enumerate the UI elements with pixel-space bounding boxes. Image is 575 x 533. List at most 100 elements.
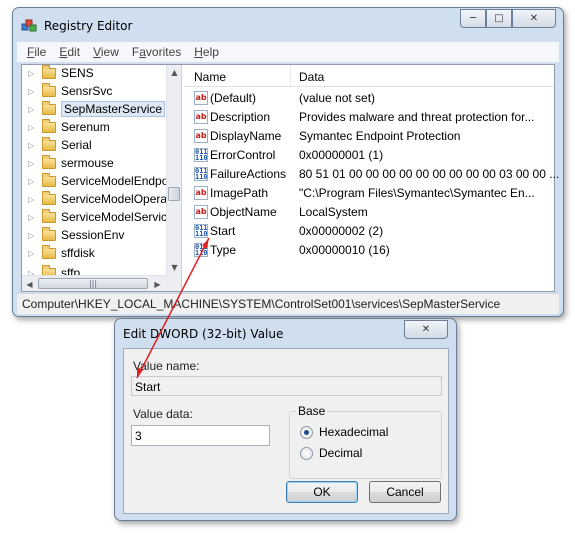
column-divider[interactable] bbox=[290, 65, 291, 87]
tree-vertical-scrollbar[interactable]: ▲ ▼ bbox=[166, 65, 181, 275]
minimize-button[interactable]: ─ bbox=[460, 9, 486, 28]
menu-file[interactable]: File bbox=[27, 45, 46, 59]
value-row[interactable]: 011 110 Start 0x00000002 (2) bbox=[184, 222, 554, 241]
base-label: Base bbox=[296, 404, 328, 418]
hexadecimal-label: Hexadecimal bbox=[319, 425, 389, 439]
column-header-name[interactable]: Name bbox=[194, 70, 226, 84]
dialog-title: Edit DWORD (32-bit) Value bbox=[123, 327, 284, 341]
close-icon: ✕ bbox=[421, 324, 431, 335]
values-list-pane: Name Data ab (Default) (value not set) ab D… bbox=[184, 65, 559, 291]
value-data-input[interactable]: 3 bbox=[131, 425, 270, 446]
value-row[interactable]: 011 110 ErrorControl 0x00000001 (1) bbox=[184, 146, 554, 165]
menu-help[interactable]: Help bbox=[194, 45, 219, 59]
folder-icon bbox=[42, 65, 56, 79]
caption-buttons: ─ □ ✕ bbox=[460, 9, 556, 29]
expand-arrow-icon[interactable]: ▷ bbox=[28, 177, 38, 186]
expand-arrow-icon[interactable]: ▷ bbox=[28, 141, 38, 150]
cancel-button[interactable]: Cancel bbox=[369, 481, 441, 503]
expand-arrow-icon[interactable]: ▷ bbox=[28, 249, 38, 258]
tree-horizontal-scrollbar[interactable]: ◀ ||| ▶ bbox=[22, 275, 166, 291]
tree-item[interactable]: ▷ ServiceModelService bbox=[28, 208, 174, 226]
expand-arrow-icon[interactable]: ▷ bbox=[28, 195, 38, 204]
value-row[interactable]: ab Description Provides malware and threat… bbox=[184, 108, 554, 127]
value-row[interactable]: 011 110 FailureActions 80 51 01 00 00 00 00… bbox=[184, 165, 559, 184]
dialog-body: Value name: Start Value data: 3 Base Hex… bbox=[123, 348, 449, 514]
string-value-icon: ab bbox=[194, 205, 208, 219]
expand-arrow-icon[interactable]: ▷ bbox=[28, 105, 38, 114]
scroll-up-icon[interactable]: ▲ bbox=[167, 65, 181, 80]
list-header: Name Data bbox=[184, 65, 554, 87]
folder-icon bbox=[42, 244, 56, 259]
scroll-thumb[interactable] bbox=[168, 187, 180, 201]
folder-icon bbox=[42, 208, 56, 223]
folder-icon bbox=[42, 172, 56, 187]
expand-arrow-icon[interactable]: ▷ bbox=[28, 123, 38, 132]
folder-icon bbox=[42, 190, 56, 205]
tree-item[interactable]: ▷ SensrSvc bbox=[28, 82, 112, 100]
hexadecimal-radio[interactable]: Hexadecimal bbox=[300, 425, 388, 439]
scroll-thumb-horizontal[interactable]: ||| bbox=[38, 278, 148, 289]
menu-edit[interactable]: Edit bbox=[59, 45, 80, 59]
scroll-down-icon[interactable]: ▼ bbox=[167, 260, 181, 275]
column-header-data[interactable]: Data bbox=[299, 70, 324, 84]
radio-unselected-icon[interactable] bbox=[300, 446, 313, 460]
radio-selected-icon[interactable] bbox=[300, 425, 313, 439]
status-bar: Computer\HKEY_LOCAL_MACHINE\SYSTEM\Contr… bbox=[17, 293, 559, 314]
registry-editor-icon bbox=[21, 19, 37, 32]
string-value-icon: ab bbox=[194, 91, 208, 105]
expand-arrow-icon[interactable]: ▷ bbox=[28, 69, 38, 78]
binary-value-icon: 011 110 bbox=[194, 167, 208, 181]
minimize-icon: ─ bbox=[469, 13, 477, 24]
scroll-corner bbox=[166, 275, 181, 291]
value-row[interactable]: ab ObjectName LocalSystem bbox=[184, 203, 554, 222]
scroll-right-icon[interactable]: ▶ bbox=[150, 276, 165, 291]
edit-dword-dialog: Edit DWORD (32-bit) Value ✕ Value name: … bbox=[114, 318, 457, 521]
value-name-field: Start bbox=[131, 376, 442, 396]
expand-arrow-icon[interactable]: ▷ bbox=[28, 87, 38, 96]
folder-icon bbox=[42, 118, 56, 133]
close-button[interactable]: ✕ bbox=[512, 9, 556, 28]
tree-item[interactable]: ▷ SENS bbox=[28, 65, 94, 82]
tree-item[interactable]: ▷ ServiceModelEndpo bbox=[28, 172, 168, 190]
title-bar[interactable]: Registry Editor ─ □ ✕ bbox=[13, 8, 563, 42]
scroll-left-icon[interactable]: ◀ bbox=[22, 276, 37, 291]
close-icon: ✕ bbox=[529, 13, 539, 24]
menu-view[interactable]: View bbox=[93, 45, 119, 59]
menu-bar: File Edit View Favorites Help bbox=[17, 42, 559, 62]
window-title: Registry Editor bbox=[44, 19, 133, 33]
tree-item-selected[interactable]: ▷ SepMasterService bbox=[28, 100, 166, 118]
string-value-icon: ab bbox=[194, 129, 208, 143]
tree-item[interactable]: ▷ sffdisk bbox=[28, 244, 95, 262]
maximize-button[interactable]: □ bbox=[486, 9, 512, 28]
binary-value-icon: 011 110 bbox=[194, 224, 208, 238]
tree-item[interactable]: ▷ sermouse bbox=[28, 154, 114, 172]
folder-icon bbox=[42, 82, 56, 97]
expand-arrow-icon[interactable]: ▷ bbox=[28, 159, 38, 168]
expand-arrow-icon[interactable]: ▷ bbox=[28, 213, 38, 222]
folder-icon bbox=[42, 136, 56, 151]
client-area: ▷ SENS ▷ SensrSvc ▷ SepMasterService ▷ Seren… bbox=[21, 64, 559, 292]
registry-editor-window: Registry Editor ─ □ ✕ File Edit View Fav… bbox=[12, 7, 564, 317]
tree-item[interactable]: ▷ ServiceModelOperat bbox=[28, 190, 170, 208]
decimal-radio[interactable]: Decimal bbox=[300, 446, 362, 460]
dialog-close-button[interactable]: ✕ bbox=[404, 320, 448, 339]
value-row[interactable]: ab DisplayName Symantec Endpoint Protectio… bbox=[184, 127, 554, 146]
menu-favorites[interactable]: Favorites bbox=[132, 45, 181, 59]
tree-item[interactable]: ▷ Serenum bbox=[28, 118, 110, 136]
folder-icon bbox=[42, 226, 56, 241]
binary-value-icon: 011 110 bbox=[194, 148, 208, 162]
tree-item[interactable]: ▷ SessionEnv bbox=[28, 226, 124, 244]
key-tree-pane[interactable]: ▷ SENS ▷ SensrSvc ▷ SepMasterService ▷ Seren… bbox=[22, 65, 182, 291]
value-row[interactable]: ab (Default) (value not set) bbox=[184, 89, 554, 108]
value-name-label: Value name: bbox=[133, 359, 200, 373]
folder-icon bbox=[42, 100, 56, 115]
ok-button[interactable]: OK bbox=[286, 481, 358, 503]
value-row[interactable]: ab ImagePath "C:\Program Files\Symantec\Sy… bbox=[184, 184, 554, 203]
expand-arrow-icon[interactable]: ▷ bbox=[28, 231, 38, 240]
binary-value-icon: 011 110 bbox=[194, 243, 208, 257]
value-row[interactable]: 011 110 Type 0x00000010 (16) bbox=[184, 241, 554, 260]
tree-item[interactable]: ▷ Serial bbox=[28, 136, 92, 154]
string-value-icon: ab bbox=[194, 186, 208, 200]
string-value-icon: ab bbox=[194, 110, 208, 124]
decimal-label: Decimal bbox=[319, 446, 363, 460]
